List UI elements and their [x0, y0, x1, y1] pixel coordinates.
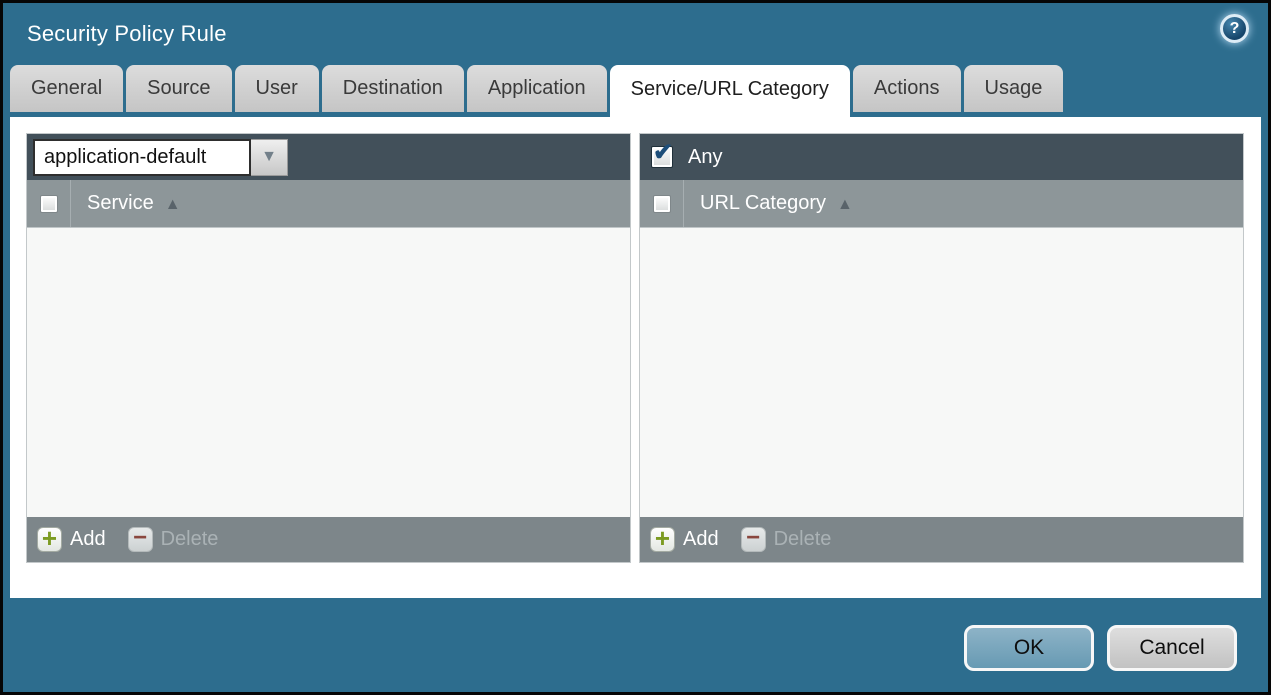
url-category-list[interactable]	[640, 228, 1243, 517]
url-category-panel: ✔ Any URL Category ▲ + Add − Delete	[639, 133, 1244, 563]
service-type-dropdown: ▼	[33, 138, 288, 176]
service-select-all-cell	[27, 180, 71, 227]
delete-button-label: Delete	[160, 528, 219, 550]
checkmark-icon: ✔	[653, 139, 674, 166]
plus-icon: +	[650, 525, 675, 552]
add-button-label: Add	[683, 528, 719, 550]
plus-icon: +	[37, 525, 62, 552]
service-panel-topbar: ▼	[27, 134, 630, 180]
service-column-label: Service	[87, 192, 154, 214]
ok-button[interactable]: OK	[964, 625, 1094, 671]
service-panel-footer: + Add − Delete	[27, 517, 630, 562]
service-add-button[interactable]: + Add	[37, 525, 106, 552]
service-type-dropdown-button[interactable]: ▼	[251, 138, 288, 176]
url-category-column-header[interactable]: URL Category ▲	[684, 180, 853, 227]
minus-icon: −	[740, 526, 766, 552]
sort-ascending-icon: ▲	[164, 195, 181, 213]
tab-user[interactable]: User	[234, 65, 319, 112]
tab-destination[interactable]: Destination	[321, 65, 464, 112]
cancel-button[interactable]: Cancel	[1107, 625, 1237, 671]
tab-usage[interactable]: Usage	[963, 65, 1064, 112]
dialog-title: Security Policy Rule	[27, 21, 227, 46]
any-checkbox[interactable]: ✔	[651, 141, 673, 168]
delete-button-label: Delete	[773, 528, 832, 550]
minus-icon: −	[127, 526, 153, 552]
url-category-delete-button[interactable]: − Delete	[740, 526, 832, 552]
chevron-down-icon: ▼	[261, 148, 277, 165]
service-table-header: Service ▲	[27, 180, 630, 228]
any-row: ✔ Any	[646, 141, 723, 169]
dialog-action-buttons: OK Cancel	[964, 625, 1237, 671]
sort-ascending-icon: ▲	[836, 195, 853, 213]
tab-source[interactable]: Source	[126, 65, 232, 112]
service-column-header[interactable]: Service ▲	[71, 180, 181, 227]
help-icon[interactable]: ?	[1220, 14, 1249, 43]
security-policy-rule-dialog: Security Policy Rule ? General Source Us…	[0, 0, 1271, 695]
tab-content: ▼ Service ▲ + Add −	[10, 117, 1261, 598]
tab-bar: General Source User Destination Applicat…	[10, 65, 1268, 117]
tab-general[interactable]: General	[10, 65, 124, 112]
url-category-panel-topbar: ✔ Any	[640, 134, 1243, 180]
any-label: Any	[688, 145, 723, 168]
url-category-add-button[interactable]: + Add	[650, 525, 719, 552]
dialog-titlebar: Security Policy Rule	[3, 3, 1268, 65]
help-glyph: ?	[1229, 19, 1240, 37]
tab-actions[interactable]: Actions	[852, 65, 961, 112]
service-delete-button[interactable]: − Delete	[127, 526, 219, 552]
service-select-all-checkbox[interactable]	[39, 194, 58, 213]
service-panel: ▼ Service ▲ + Add −	[26, 133, 631, 563]
url-category-panel-footer: + Add − Delete	[640, 517, 1243, 562]
url-category-select-all-checkbox[interactable]	[652, 194, 671, 213]
service-list[interactable]	[27, 228, 630, 517]
url-category-table-header: URL Category ▲	[640, 180, 1243, 228]
service-type-input[interactable]	[33, 138, 251, 176]
add-button-label: Add	[70, 528, 106, 550]
tab-application[interactable]: Application	[466, 65, 607, 112]
tab-service-url-category[interactable]: Service/URL Category	[609, 65, 850, 117]
url-category-column-label: URL Category	[700, 192, 826, 214]
url-category-select-all-cell	[640, 180, 684, 227]
